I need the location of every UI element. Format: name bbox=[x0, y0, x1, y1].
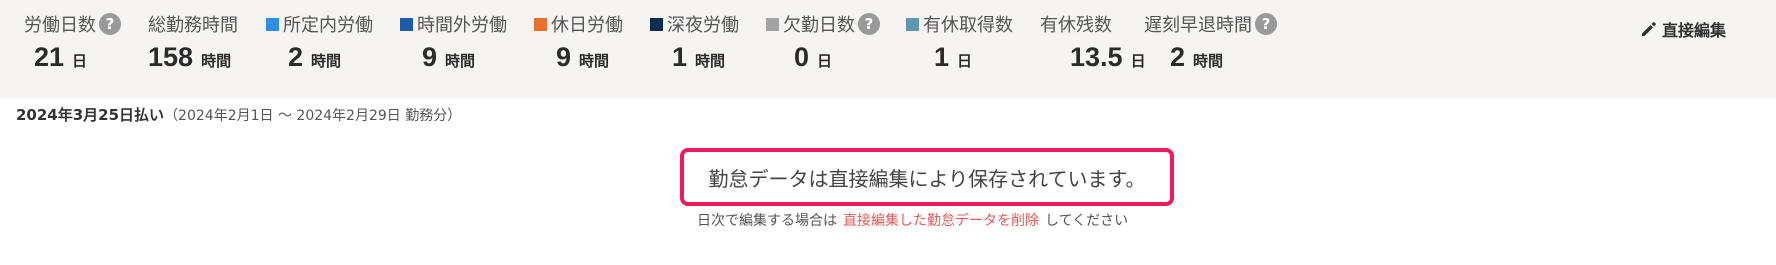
stat-overtime-work: 時間外労働 9 時間 bbox=[400, 10, 507, 73]
stat-label: 休日労働 bbox=[551, 15, 623, 36]
stat-value: 1 bbox=[934, 42, 950, 72]
stat-value: 0 bbox=[794, 42, 810, 72]
stat-absence-days: 欠勤日数 ? 0日 bbox=[766, 10, 880, 73]
direct-edit-notice: 勤怠データは直接編集により保存されています。 bbox=[680, 148, 1174, 206]
stat-value: 21 bbox=[34, 42, 65, 72]
notice-subtext: 日次で編集する場合は 直接編集した勤怠データを削除 してください bbox=[697, 210, 1128, 230]
stat-unit: 日 bbox=[72, 52, 88, 70]
stat-value: 13.5 bbox=[1070, 42, 1123, 72]
stat-unit: 時間 bbox=[445, 52, 476, 70]
stat-unit: 時間 bbox=[579, 52, 610, 70]
direct-edit-label: 直接編集 bbox=[1662, 21, 1727, 40]
subtext-suffix: してください bbox=[1045, 213, 1129, 229]
delete-edited-data-link[interactable]: 直接編集した勤怠データを削除 bbox=[843, 213, 1039, 229]
payday-label: 2024年3月25日払い bbox=[16, 106, 165, 124]
help-icon[interactable]: ? bbox=[1255, 13, 1277, 35]
stat-working-days: 労働日数 ? 21 日 bbox=[24, 10, 121, 73]
stat-label: 深夜労働 bbox=[667, 15, 739, 36]
stat-value: 2 bbox=[288, 42, 304, 72]
stat-late-early-leave: 遅刻早退時間 ? 2 時間 bbox=[1144, 10, 1277, 73]
stat-label: 有休残数 bbox=[1040, 15, 1112, 36]
help-icon[interactable]: ? bbox=[858, 13, 880, 35]
legend-swatch bbox=[266, 17, 279, 31]
stat-value: 9 bbox=[422, 42, 438, 72]
help-icon[interactable]: ? bbox=[99, 13, 121, 35]
stat-unit: 時間 bbox=[311, 52, 342, 70]
legend-swatch bbox=[906, 17, 919, 31]
stat-label: 欠勤日数 bbox=[783, 15, 855, 36]
stat-label: 総勤務時間 bbox=[148, 15, 238, 36]
pencil-icon bbox=[1642, 22, 1656, 36]
stat-value: 2 bbox=[1170, 42, 1186, 72]
subtext-prefix: 日次で編集する場合は bbox=[697, 213, 837, 229]
legend-swatch bbox=[400, 17, 413, 31]
stat-label: 労働日数 bbox=[24, 15, 96, 36]
stat-value: 158 bbox=[148, 42, 194, 72]
stat-label: 有休取得数 bbox=[923, 15, 1013, 36]
legend-swatch bbox=[766, 17, 779, 31]
stat-unit: 日 bbox=[817, 52, 833, 70]
stat-label: 時間外労働 bbox=[417, 15, 507, 36]
legend-swatch bbox=[534, 17, 547, 31]
stat-label: 所定内労働 bbox=[283, 15, 373, 36]
stat-label: 遅刻早退時間 bbox=[1144, 15, 1252, 36]
stat-unit: 日 bbox=[957, 52, 973, 70]
stat-scheduled-work: 所定内労働 2 時間 bbox=[266, 10, 373, 73]
stat-holiday-work: 休日労働 9 時間 bbox=[534, 10, 623, 73]
stat-value: 9 bbox=[556, 42, 572, 72]
work-period-range: （2024年2月1日 〜 2024年2月29日 勤務分） bbox=[164, 108, 462, 124]
notice-message: 勤怠データは直接編集により保存されています。 bbox=[708, 166, 1146, 191]
direct-edit-button[interactable]: 直接編集 bbox=[1640, 14, 1726, 44]
pay-period: 2024年3月25日払い（2024年2月1日 〜 2024年2月29日 勤務分） bbox=[16, 104, 461, 125]
stat-paid-leave-remaining: 有休残数 13.5 日 bbox=[1040, 10, 1146, 73]
stat-value: 1 bbox=[672, 42, 688, 72]
stat-unit: 時間 bbox=[1193, 52, 1224, 70]
stat-total-work-hours: 総勤務時間 158 時間 bbox=[148, 10, 238, 73]
stat-unit: 時間 bbox=[201, 52, 232, 70]
attendance-summary-bar: 労働日数 ? 21 日 総勤務時間 158 時間 所定内労働 2 時間 時間外労働 9… bbox=[0, 0, 1776, 98]
stat-night-work: 深夜労働 1 時間 bbox=[650, 10, 739, 73]
stat-unit: 時間 bbox=[695, 52, 726, 70]
stat-paid-leave-taken: 有休取得数 1日 bbox=[906, 10, 1013, 73]
legend-swatch bbox=[650, 17, 663, 31]
